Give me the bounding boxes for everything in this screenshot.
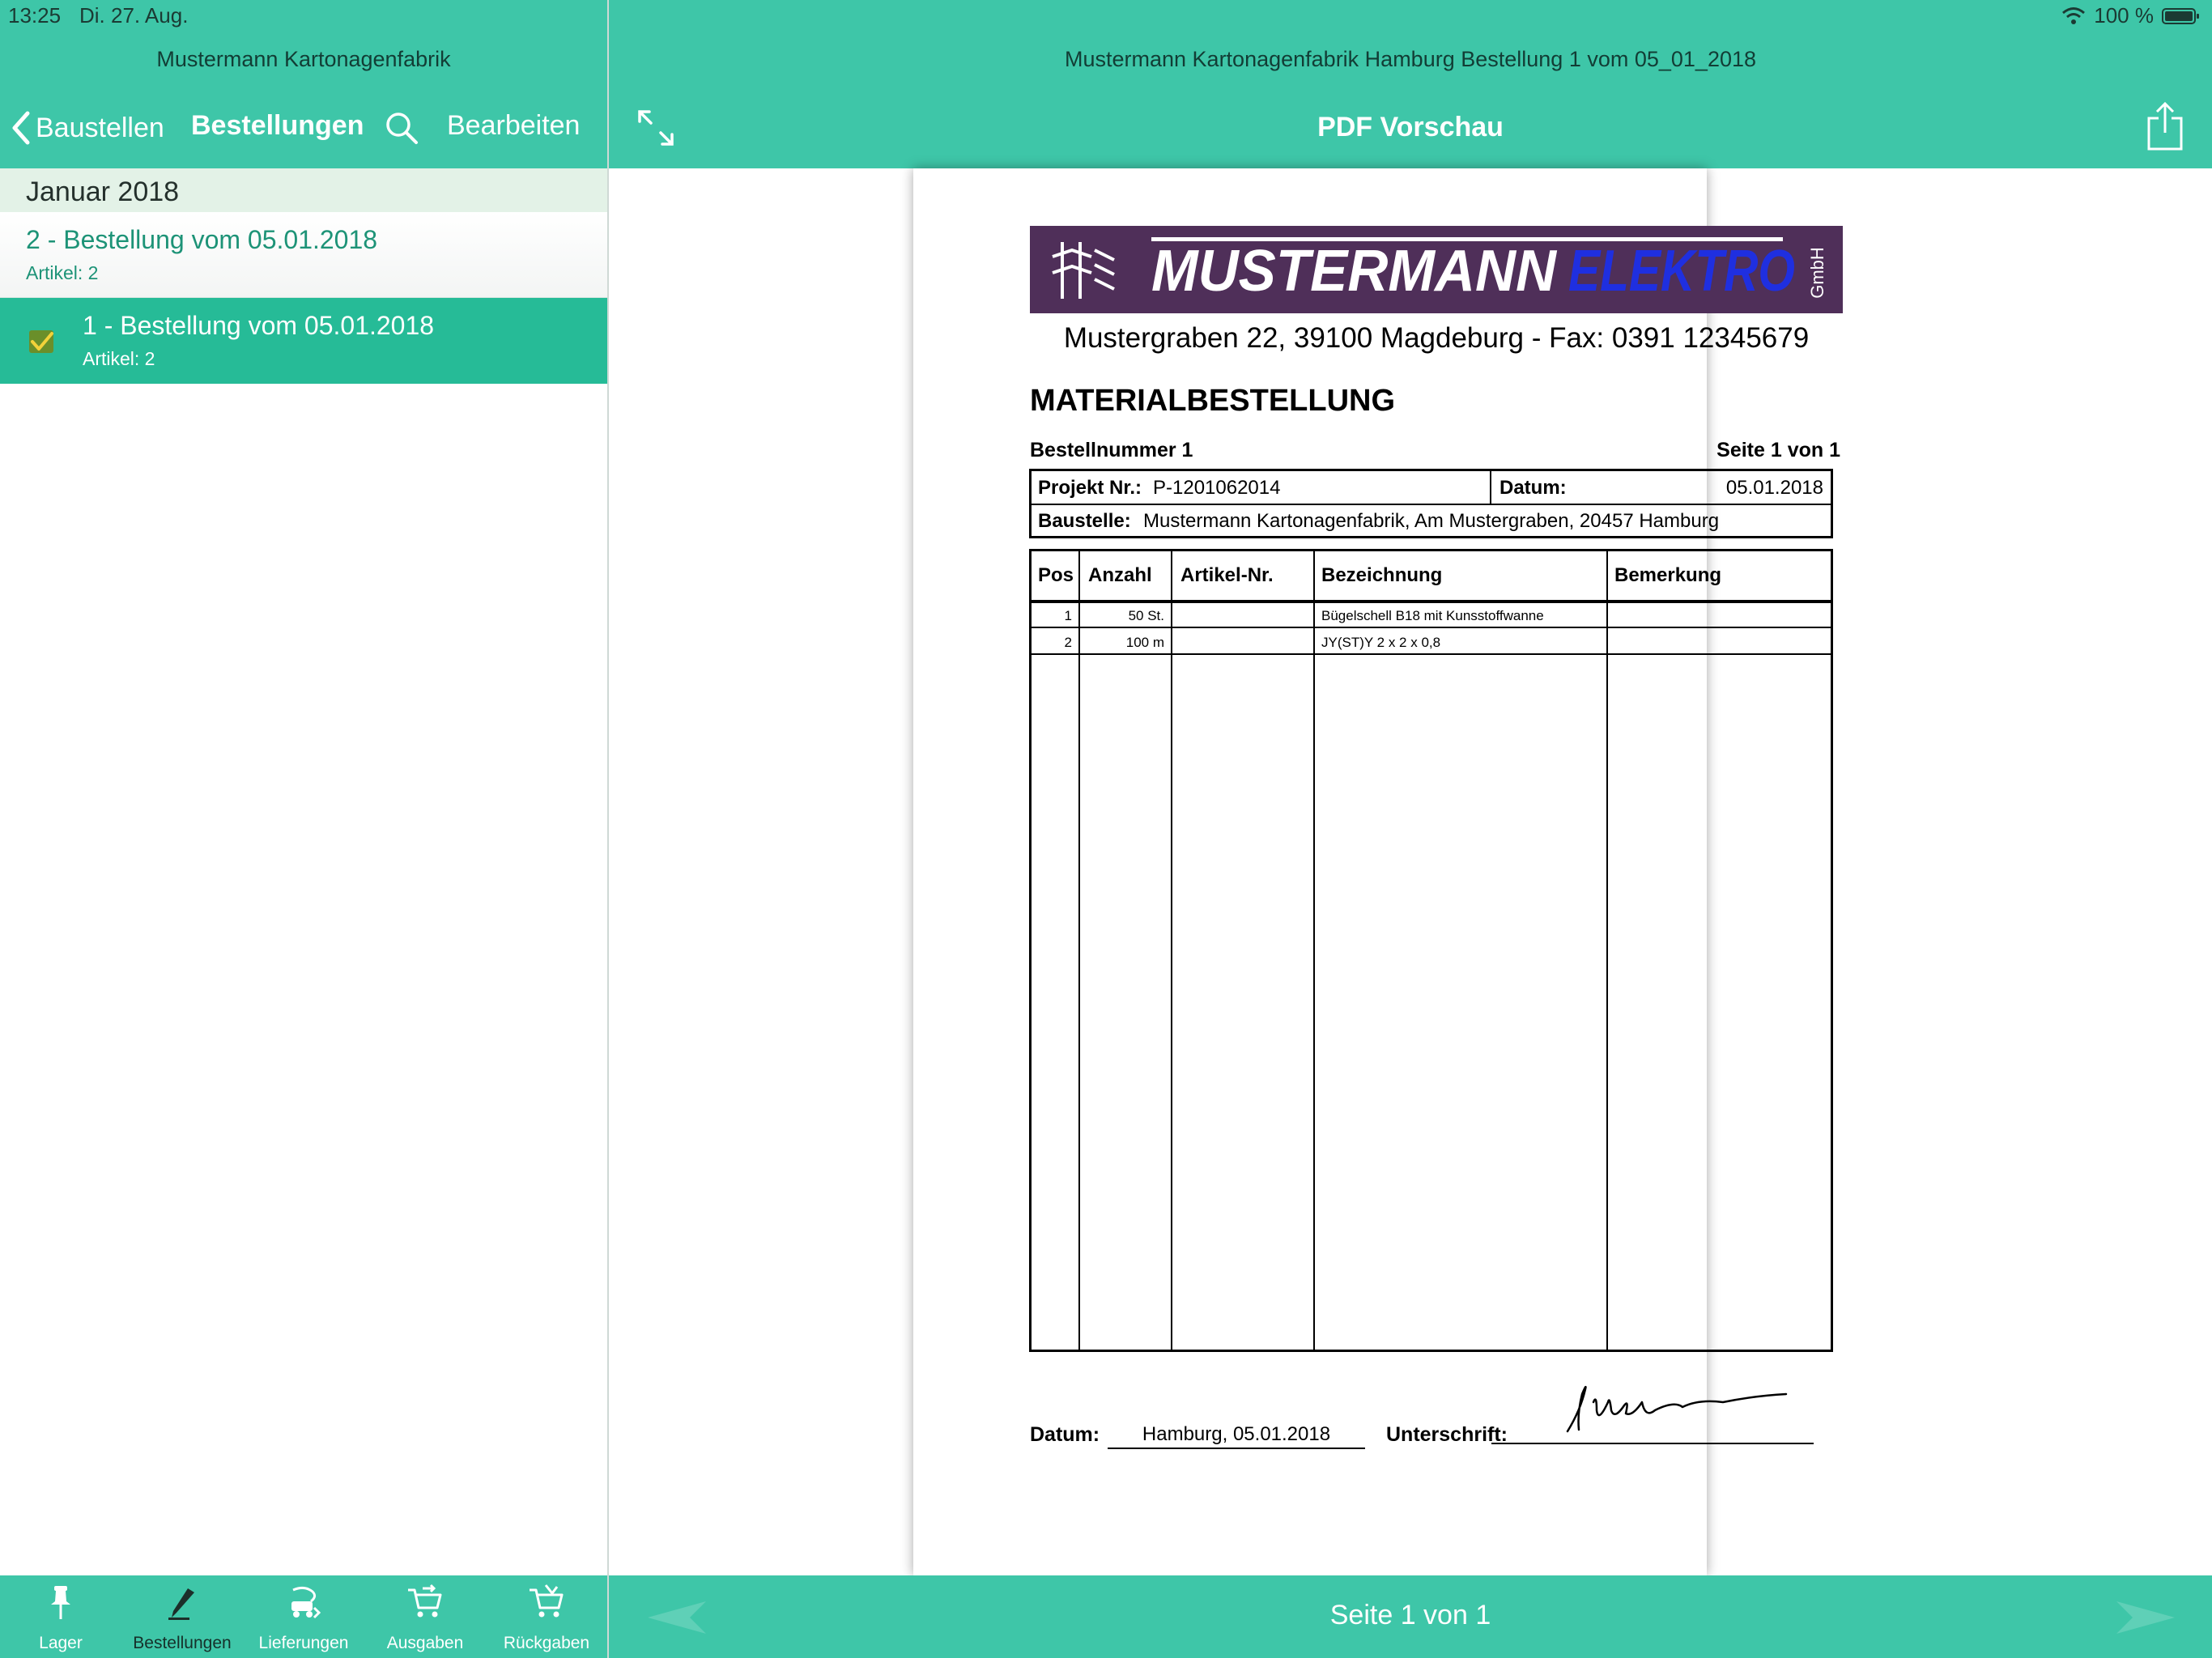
tab-rueckgaben[interactable]: Rückgaben [486, 1575, 607, 1658]
date-value: 05.01.2018 [1725, 477, 1823, 499]
document-heading: MATERIALBESTELLUNG [1030, 384, 1396, 418]
site-label: Baustelle: [1038, 510, 1131, 532]
next-page-icon[interactable] [2113, 1600, 2178, 1635]
row-divider [1032, 653, 1831, 655]
tab-lager[interactable]: Lager [0, 1575, 121, 1658]
column-header-pos: Pos [1038, 564, 1074, 586]
row-divider [1032, 627, 1831, 628]
tab-label: Lager [39, 1634, 83, 1652]
cell-pos: 2 [1064, 635, 1072, 650]
footer-date-label: Datum: [1030, 1423, 1100, 1446]
header-divider [1032, 600, 1831, 603]
master-header: 13:25 Di. 27. Aug. Mustermann Kartonagen… [0, 0, 607, 168]
divider [1490, 471, 1491, 504]
project-number-label: Projekt Nr.: [1038, 477, 1142, 499]
master-window-title: Mustermann Kartonagenfabrik [156, 47, 451, 71]
tab-label: Ausgaben [386, 1634, 464, 1652]
column-divider [1313, 551, 1315, 1350]
status-right: 100 % [2061, 3, 2201, 28]
pin-icon [51, 1586, 70, 1619]
pdf-page: MUSTERMANN ELEKTRO GmbH Mustergraben 22,… [913, 168, 1843, 1575]
column-divider [1078, 551, 1080, 1350]
section-header: Januar 2018 [0, 168, 607, 212]
tab-bar: Lager Bestellungen Lieferungen Ausgaben … [0, 1575, 607, 1658]
order-sent-icon [29, 330, 53, 353]
chevron-left-icon [12, 111, 30, 145]
cell-anzahl: 50 St. [1128, 608, 1164, 623]
document-page-count: Seite 1 von 1 [1716, 439, 1840, 461]
cell-bezeichnung: JY(ST)Y 2 x 2 x 0,8 [1321, 635, 1441, 650]
detail-footer: Seite 1 von 1 [609, 1575, 2212, 1658]
list-item[interactable]: 2 - Bestellung vom 05.01.2018 Artikel: 2 [0, 212, 607, 298]
wifi-icon [2062, 6, 2086, 24]
items-table: Pos Anzahl Artikel-Nr. Bezeichnung Bemer… [1029, 549, 1833, 1352]
back-button-label: Baustellen [36, 112, 164, 143]
tab-ausgaben[interactable]: Ausgaben [364, 1575, 486, 1658]
search-icon[interactable] [384, 110, 419, 146]
signature-label: Unterschrift: [1386, 1423, 1508, 1446]
detail-window-title: Mustermann Kartonagenfabrik Hamburg Best… [1064, 47, 1757, 71]
svg-text:MUSTERMANN: MUSTERMANN [1151, 239, 1558, 304]
nav-title: Bestellungen [191, 110, 364, 141]
delivery-icon [291, 1586, 321, 1619]
tab-label: Lieferungen [258, 1634, 349, 1652]
site-value: Mustermann Kartonagenfabrik, Am Mustergr… [1143, 510, 1720, 532]
svg-text:GmbH: GmbH [1807, 247, 1827, 299]
tab-label: Rückgaben [503, 1634, 590, 1652]
section-label: Januar 2018 [26, 176, 180, 207]
tab-bestellungen[interactable]: Bestellungen [121, 1575, 243, 1658]
divider [1032, 504, 1831, 505]
svg-text:ELEKTRO: ELEKTRO [1568, 239, 1795, 304]
cart-return-icon [530, 1584, 564, 1618]
pencil-icon [168, 1588, 194, 1620]
pdf-preview-title: PDF Vorschau [1317, 112, 1504, 142]
date-label: Datum: [1499, 477, 1567, 499]
page-indicator: Seite 1 von 1 [1329, 1600, 1491, 1630]
share-icon[interactable] [2146, 100, 2184, 152]
detail-pane: 100 % Mustermann Kartonagenfabrik Hambur… [609, 0, 2212, 1658]
pdf-viewer[interactable]: MUSTERMANN ELEKTRO GmbH Mustergraben 22,… [609, 168, 2212, 1575]
signature-line [1491, 1443, 1814, 1444]
status-date: Di. 27. Aug. [79, 3, 189, 28]
footer-date-value: Hamburg, 05.01.2018 [1108, 1423, 1365, 1449]
detail-header: 100 % Mustermann Kartonagenfabrik Hambur… [609, 0, 2212, 168]
column-header-artikel: Artikel-Nr. [1180, 564, 1274, 586]
order-number: Bestellnummer 1 [1030, 439, 1193, 461]
edit-button[interactable]: Bearbeiten [447, 110, 580, 142]
company-address: Mustergraben 22, 39100 Magdeburg - Fax: … [1063, 322, 1810, 354]
list-item-subtitle: Artikel: 2 [83, 348, 155, 369]
list-item-title: 1 - Bestellung vom 05.01.2018 [83, 311, 435, 340]
signature-image [1566, 1385, 1788, 1433]
back-button[interactable]: Baustellen [11, 107, 164, 149]
column-header-anzahl: Anzahl [1088, 564, 1152, 586]
tab-lieferungen[interactable]: Lieferungen [243, 1575, 364, 1658]
company-logo-banner: MUSTERMANN ELEKTRO GmbH [1030, 226, 1843, 313]
status-time: 13:25 [8, 3, 62, 28]
column-header-bemerkung: Bemerkung [1614, 564, 1722, 586]
list-item-title: 2 - Bestellung vom 05.01.2018 [26, 225, 378, 254]
project-info-box: Projekt Nr.: P-1201062014 Datum: 05.01.2… [1029, 469, 1833, 538]
cell-pos: 1 [1064, 608, 1072, 623]
cart-out-icon [408, 1584, 442, 1618]
list-item-selected[interactable]: 1 - Bestellung vom 05.01.2018 Artikel: 2 [0, 298, 607, 384]
project-number-value: P-1201062014 [1153, 477, 1281, 499]
battery-icon [2162, 7, 2199, 24]
master-pane: 13:25 Di. 27. Aug. Mustermann Kartonagen… [0, 0, 607, 1658]
column-header-bezeichnung: Bezeichnung [1321, 564, 1443, 586]
cell-bezeichnung: Bügelschell B18 mit Kunsstoffwanne [1321, 608, 1544, 623]
tab-label: Bestellungen [133, 1634, 232, 1652]
column-divider [1171, 551, 1172, 1350]
battery-percent: 100 % [2094, 3, 2154, 28]
column-divider [1606, 551, 1608, 1350]
cell-anzahl: 100 m [1125, 635, 1164, 650]
list-item-subtitle: Artikel: 2 [26, 262, 99, 283]
